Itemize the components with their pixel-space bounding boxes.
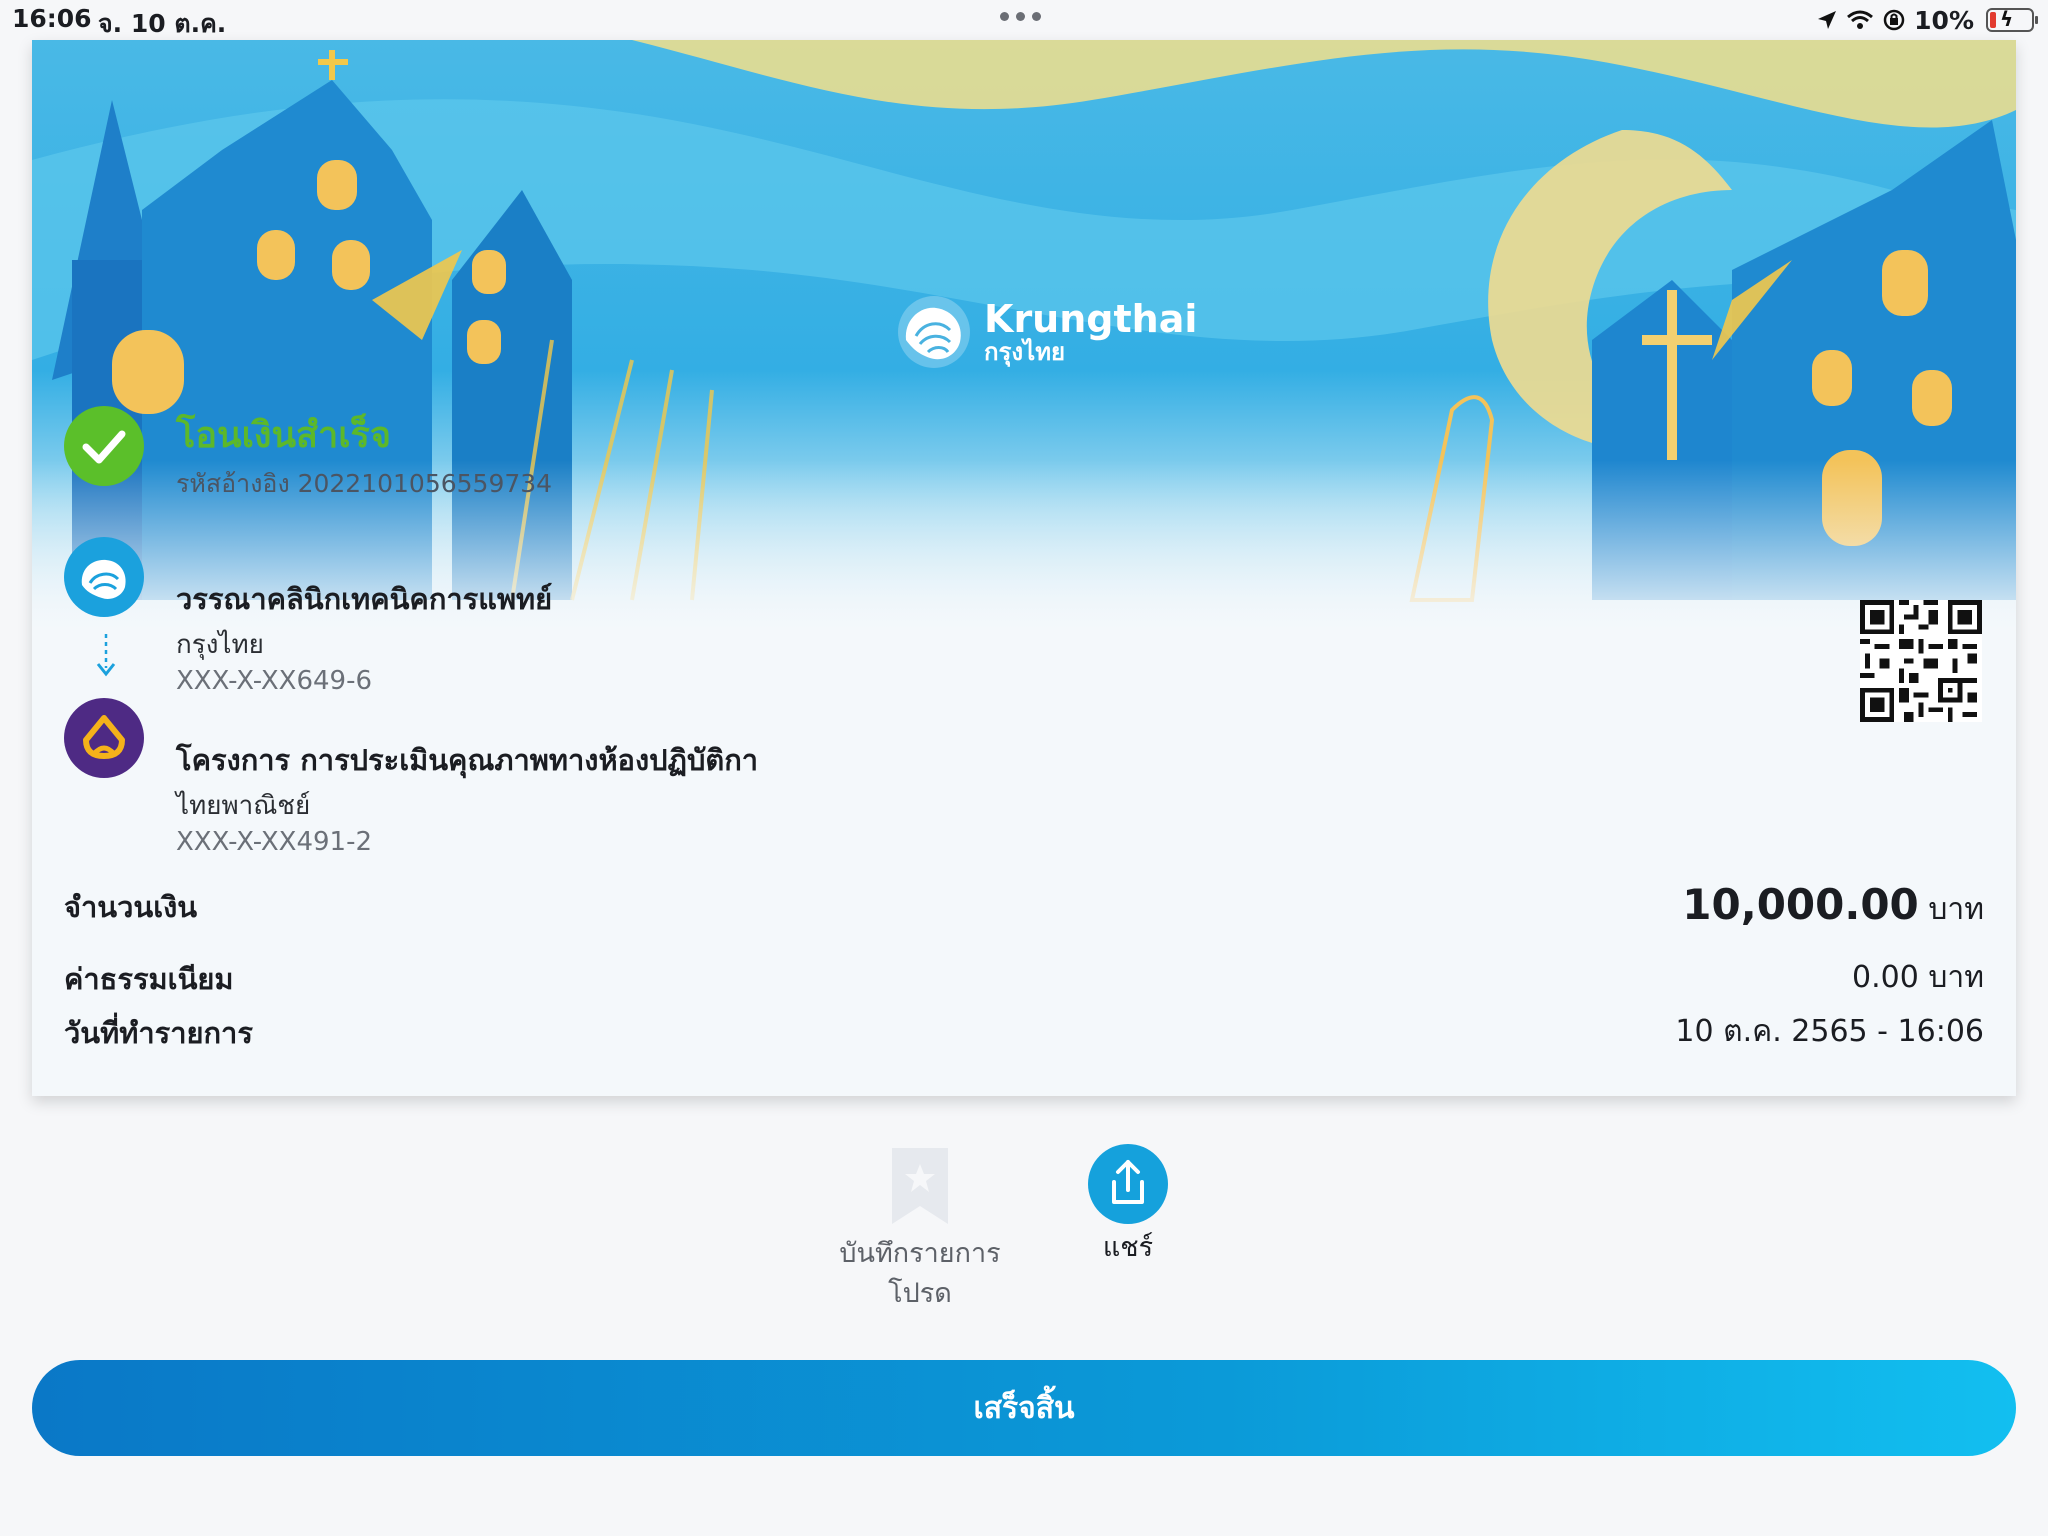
reference-number: รหัสอ้างอิง 2022101056559734 bbox=[176, 469, 553, 498]
save-favorite-button[interactable]: บันทึกรายการ โปรด bbox=[820, 1144, 1020, 1314]
status-indicators: 10% ϟ bbox=[1816, 4, 2038, 36]
sender-bank-logo-icon bbox=[64, 537, 144, 617]
fee-value: 0.00 บาท bbox=[1852, 960, 1984, 995]
sender-bank: กรุงไทย bbox=[176, 630, 264, 660]
arrow-down-icon bbox=[96, 634, 116, 677]
qr-code[interactable] bbox=[1860, 600, 1982, 722]
amount-number: 10,000.00 bbox=[1682, 880, 1919, 929]
amount-label: จำนวนเงิน bbox=[64, 890, 198, 924]
sender-account: XXX-X-XX649-6 bbox=[176, 666, 373, 696]
receiver-bank: ไทยพาณิชย์ bbox=[176, 791, 311, 821]
transaction-date-value: 10 ต.ค. 2565 - 16:06 bbox=[1675, 1014, 1984, 1049]
save-favorite-label-1: บันทึกรายการ bbox=[839, 1238, 1001, 1269]
save-favorite-label-2: โปรด bbox=[888, 1278, 952, 1309]
bookmark-star-icon bbox=[892, 1148, 948, 1224]
multitasking-dots-icon[interactable] bbox=[1000, 12, 1048, 24]
receiver-account: XXX-X-XX491-2 bbox=[176, 827, 373, 857]
sender-name: วรรณาคลินิกเทคนิคการแพทย์ bbox=[176, 582, 553, 616]
share-button[interactable]: แชร์ bbox=[1058, 1144, 1198, 1268]
receiver-name: โครงการ การประเมินคุณภาพทางห้องปฏิบัติกา bbox=[176, 743, 759, 777]
wifi-icon bbox=[1847, 10, 1874, 29]
amount-value: 10,000.00 บาท bbox=[1682, 880, 1984, 933]
share-label: แชร์ bbox=[1102, 1232, 1154, 1263]
battery-charging-icon: ϟ bbox=[1986, 7, 2038, 32]
battery-percent: 10% bbox=[1914, 5, 1974, 35]
brand-name-th: กรุงไทย bbox=[984, 338, 1066, 366]
fee-label: ค่าธรรมเนียม bbox=[64, 962, 234, 996]
orientation-lock-icon bbox=[1883, 9, 1905, 31]
status-date: จ. 10 ต.ค. bbox=[98, 9, 227, 38]
status-bar: 16:06 จ. 10 ต.ค. 10% ϟ bbox=[0, 0, 2048, 40]
transaction-date-label: วันที่ทำรายการ bbox=[64, 1016, 253, 1050]
krungthai-logo: Krungthai กรุงไทย bbox=[894, 292, 1197, 372]
transfer-success-title: โอนเงินสำเร็จ bbox=[176, 415, 391, 456]
amount-unit: บาท bbox=[1928, 892, 1984, 927]
status-time: 16:06 bbox=[12, 4, 92, 33]
done-button[interactable]: เสร็จสิ้น bbox=[32, 1360, 2016, 1456]
share-icon bbox=[1088, 1144, 1168, 1224]
krungthai-bird-icon bbox=[898, 296, 970, 368]
success-check-icon bbox=[64, 406, 144, 486]
brand-name-en: Krungthai bbox=[984, 297, 1198, 341]
location-icon bbox=[1818, 11, 1837, 29]
receiver-bank-logo-icon bbox=[64, 698, 144, 778]
transfer-receipt-card: Krungthai กรุงไทย โอนเงินสำเร็จ รหัสอ้าง… bbox=[32, 40, 2016, 1096]
